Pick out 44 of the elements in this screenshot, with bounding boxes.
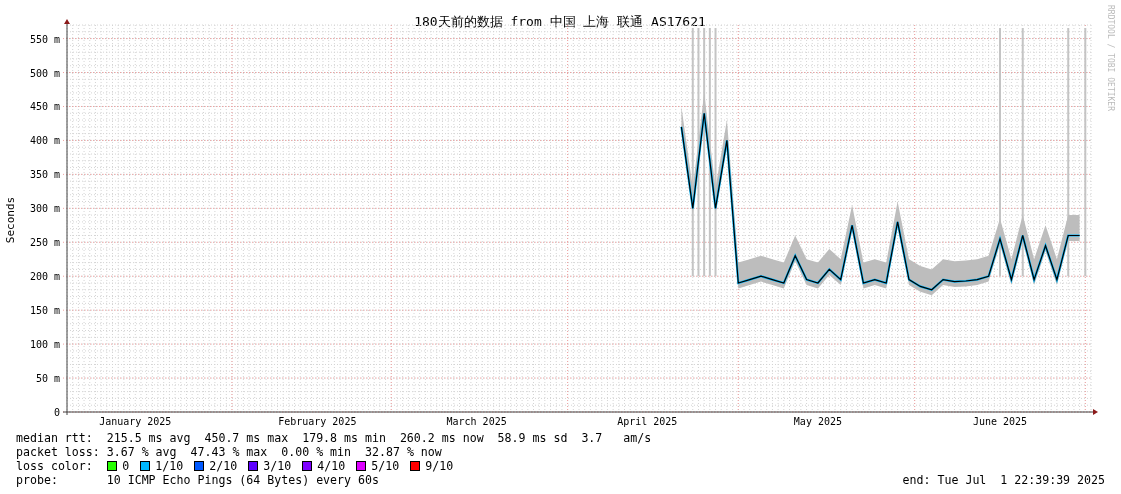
- y-tick-label: 100 m: [29, 339, 60, 351]
- x-tick-label: May 2025: [793, 416, 842, 427]
- y-tick-label: 0: [53, 407, 60, 418]
- loss-level-label: 2/10: [209, 459, 238, 473]
- loss-level-label: 5/10: [371, 459, 400, 473]
- y-tick-label: 50 m: [35, 373, 60, 385]
- loss-level-label: 9/10: [425, 459, 454, 473]
- y-tick-label: 250 m: [29, 237, 60, 249]
- stat-value: 450.7 ms max: [204, 431, 289, 445]
- y-tick-label: 550 m: [29, 33, 60, 45]
- stat-value: 3.67 % avg: [106, 445, 177, 459]
- stat-value: 32.87 % now: [365, 445, 442, 459]
- end-time: end: Tue Jul 1 22:39:39 2025: [902, 473, 1105, 487]
- x-tick-label: June 2025: [972, 416, 1028, 427]
- x-tick-label: April 2025: [617, 416, 678, 427]
- x-tick-label: February 2025: [278, 416, 357, 427]
- stat-value: 58.9 ms sd: [497, 431, 568, 445]
- stat-value: 47.43 % max: [190, 445, 268, 459]
- watermark: RRDTOOL / TOBI OETIKER: [1106, 5, 1115, 111]
- probe-text: 10 ICMP Echo Pings (64 Bytes) every 60s: [106, 473, 379, 487]
- y-tick-label: 350 m: [29, 169, 60, 181]
- y-tick-label: 150 m: [29, 305, 60, 317]
- y-tick-label: 450 m: [29, 101, 60, 113]
- y-tick-label: 300 m: [29, 203, 60, 215]
- loss-level-label: 4/10: [317, 459, 346, 473]
- loss-level-label: 1/10: [155, 459, 184, 473]
- y-tick-label: 200 m: [29, 271, 60, 283]
- legend-label: probe:: [16, 473, 59, 487]
- stat-value: 0.00 % min: [281, 445, 352, 459]
- loss-level-label: 0: [122, 459, 130, 473]
- legend-label: median rtt:: [16, 431, 94, 445]
- stat-value: 3.7 am/s: [581, 431, 652, 445]
- x-tick-label: March 2025: [446, 416, 507, 427]
- y-tick-label: 400 m: [29, 135, 60, 147]
- stat-value: 215.5 ms avg: [106, 431, 191, 445]
- x-tick-label: January 2025: [99, 416, 172, 427]
- y-axis-label: Seconds: [4, 196, 17, 244]
- stat-value: 260.2 ms now: [399, 431, 484, 445]
- legend-label: loss color:: [16, 459, 94, 473]
- legend-label: packet loss:: [16, 445, 101, 459]
- stat-value: 179.8 ms min: [302, 431, 386, 445]
- chart-title: 180天前的数据 from 中国 上海 联通 AS17621: [414, 14, 706, 29]
- loss-level-label: 3/10: [263, 459, 292, 473]
- y-tick-label: 500 m: [29, 67, 60, 79]
